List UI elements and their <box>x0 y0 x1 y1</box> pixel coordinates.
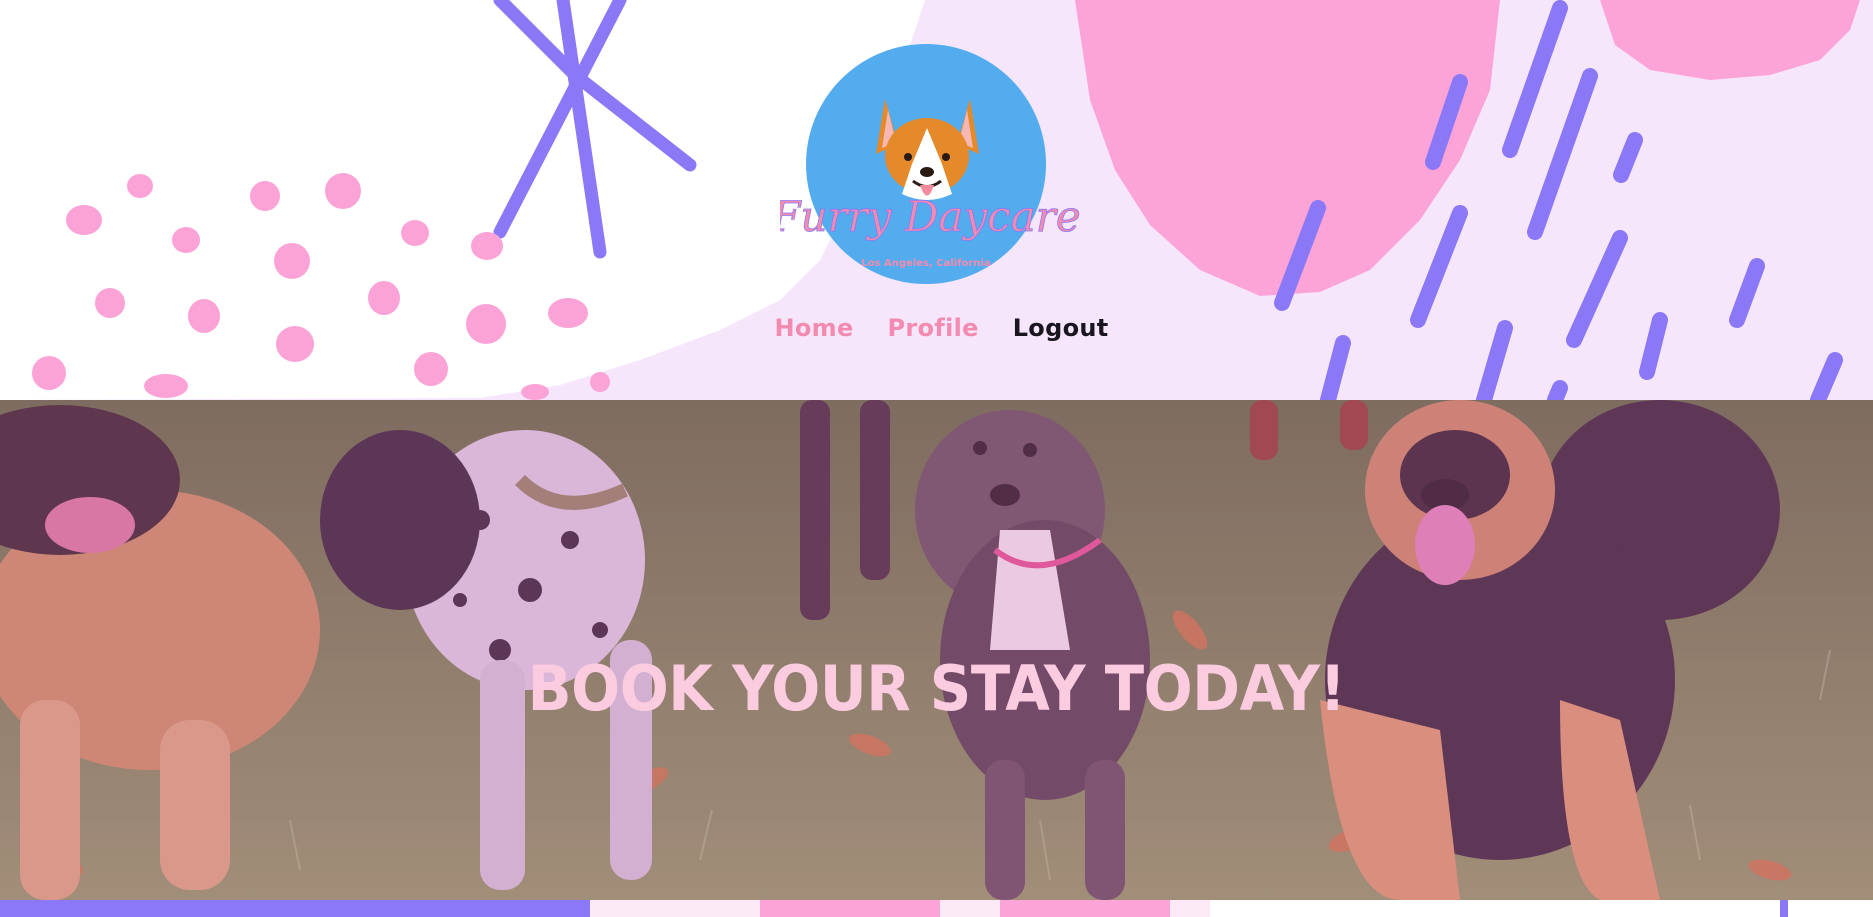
hero-pink-overlay <box>0 400 1873 900</box>
nav-logout-link[interactable]: Logout <box>1013 314 1109 342</box>
furry-daycare-logo[interactable]: Furry Daycare Los Angeles, California <box>780 44 1080 294</box>
pink-blob-top-right <box>1600 0 1860 80</box>
bottom-pattern-strip <box>0 900 1873 917</box>
hero-title: BOOK YOUR STAY TODAY! <box>527 652 1346 725</box>
hero-banner <box>0 400 1873 900</box>
main-nav: Home Profile Logout <box>0 314 1873 342</box>
site-header: Furry Daycare Los Angeles, California Ho… <box>0 0 1873 400</box>
nav-profile-link[interactable]: Profile <box>888 314 979 342</box>
nav-home-link[interactable]: Home <box>774 314 853 342</box>
logo-brand-text: Furry Daycare <box>780 192 1080 241</box>
bottom-pattern <box>0 900 1873 917</box>
logo-location-text: Los Angeles, California <box>861 258 990 269</box>
